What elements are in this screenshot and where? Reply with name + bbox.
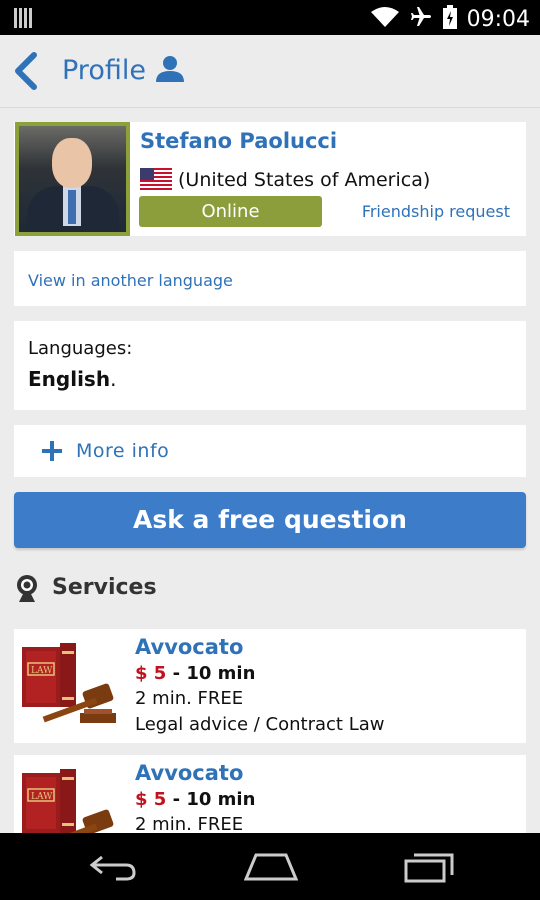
back-arrow-icon: [89, 855, 136, 881]
service-price-amount: $ 5: [135, 789, 167, 810]
action-bar: Profile: [0, 35, 540, 108]
language-card: View in another language: [14, 251, 526, 306]
ask-free-question-button[interactable]: Ask a free question: [14, 492, 526, 548]
home-icon: [243, 853, 299, 881]
law-books-gavel-icon: LAW: [22, 641, 122, 735]
webcam-icon: [14, 574, 40, 608]
service-item[interactable]: LAW Avvocato $ 5 - 10 min 2 min. FREE Le…: [14, 629, 526, 743]
view-another-language-link[interactable]: View in another language: [28, 271, 233, 290]
service-duration: - 10 min: [172, 663, 256, 684]
languages-value-text: English: [28, 367, 111, 391]
home-nav-button[interactable]: [243, 851, 299, 887]
service-description: Legal advice / Contract Law: [135, 714, 385, 735]
service-price-amount: $ 5: [135, 663, 167, 684]
languages-card: Languages: English.: [14, 321, 526, 410]
status-badge: Online: [139, 196, 322, 227]
us-flag-icon: [140, 168, 172, 190]
back-button[interactable]: [10, 51, 44, 91]
service-title: Avvocato: [135, 635, 244, 659]
friendship-request-link[interactable]: Friendship request: [362, 202, 510, 221]
wifi-icon: [370, 6, 399, 32]
more-info-label: More info: [76, 440, 170, 462]
svg-text:LAW: LAW: [31, 792, 53, 802]
plus-icon: [42, 441, 62, 465]
status-bar: 09:04: [0, 0, 540, 35]
notification-bars-icon: [14, 8, 34, 32]
svg-text:LAW: LAW: [31, 666, 53, 676]
service-price: $ 5 - 10 min: [135, 789, 255, 810]
page-title: Profile: [62, 55, 146, 86]
airplane-icon: [409, 5, 433, 33]
service-free-minutes: 2 min. FREE: [135, 814, 244, 835]
back-nav-button[interactable]: [88, 851, 138, 887]
battery-icon: [442, 5, 457, 33]
services-title: Services: [52, 575, 157, 600]
languages-value: English.: [28, 367, 116, 391]
service-free-minutes: 2 min. FREE: [135, 688, 244, 709]
profile-name: Stefano Paolucci: [140, 129, 338, 153]
languages-suffix: .: [110, 367, 117, 391]
status-time: 09:04: [466, 6, 530, 32]
person-icon[interactable]: [155, 55, 185, 87]
service-price: $ 5 - 10 min: [135, 663, 255, 684]
avatar: [15, 122, 130, 236]
service-title: Avvocato: [135, 761, 244, 785]
recents-nav-button[interactable]: [404, 851, 454, 887]
profile-card: Stefano Paolucci (United States of Ameri…: [14, 122, 526, 236]
more-info-row[interactable]: More info: [14, 425, 526, 477]
profile-country: (United States of America): [178, 169, 431, 191]
chevron-left-icon: [15, 52, 37, 90]
recent-apps-icon: [404, 853, 454, 883]
system-nav-bar: [0, 833, 540, 900]
languages-label: Languages:: [28, 338, 133, 359]
service-duration: - 10 min: [172, 789, 256, 810]
